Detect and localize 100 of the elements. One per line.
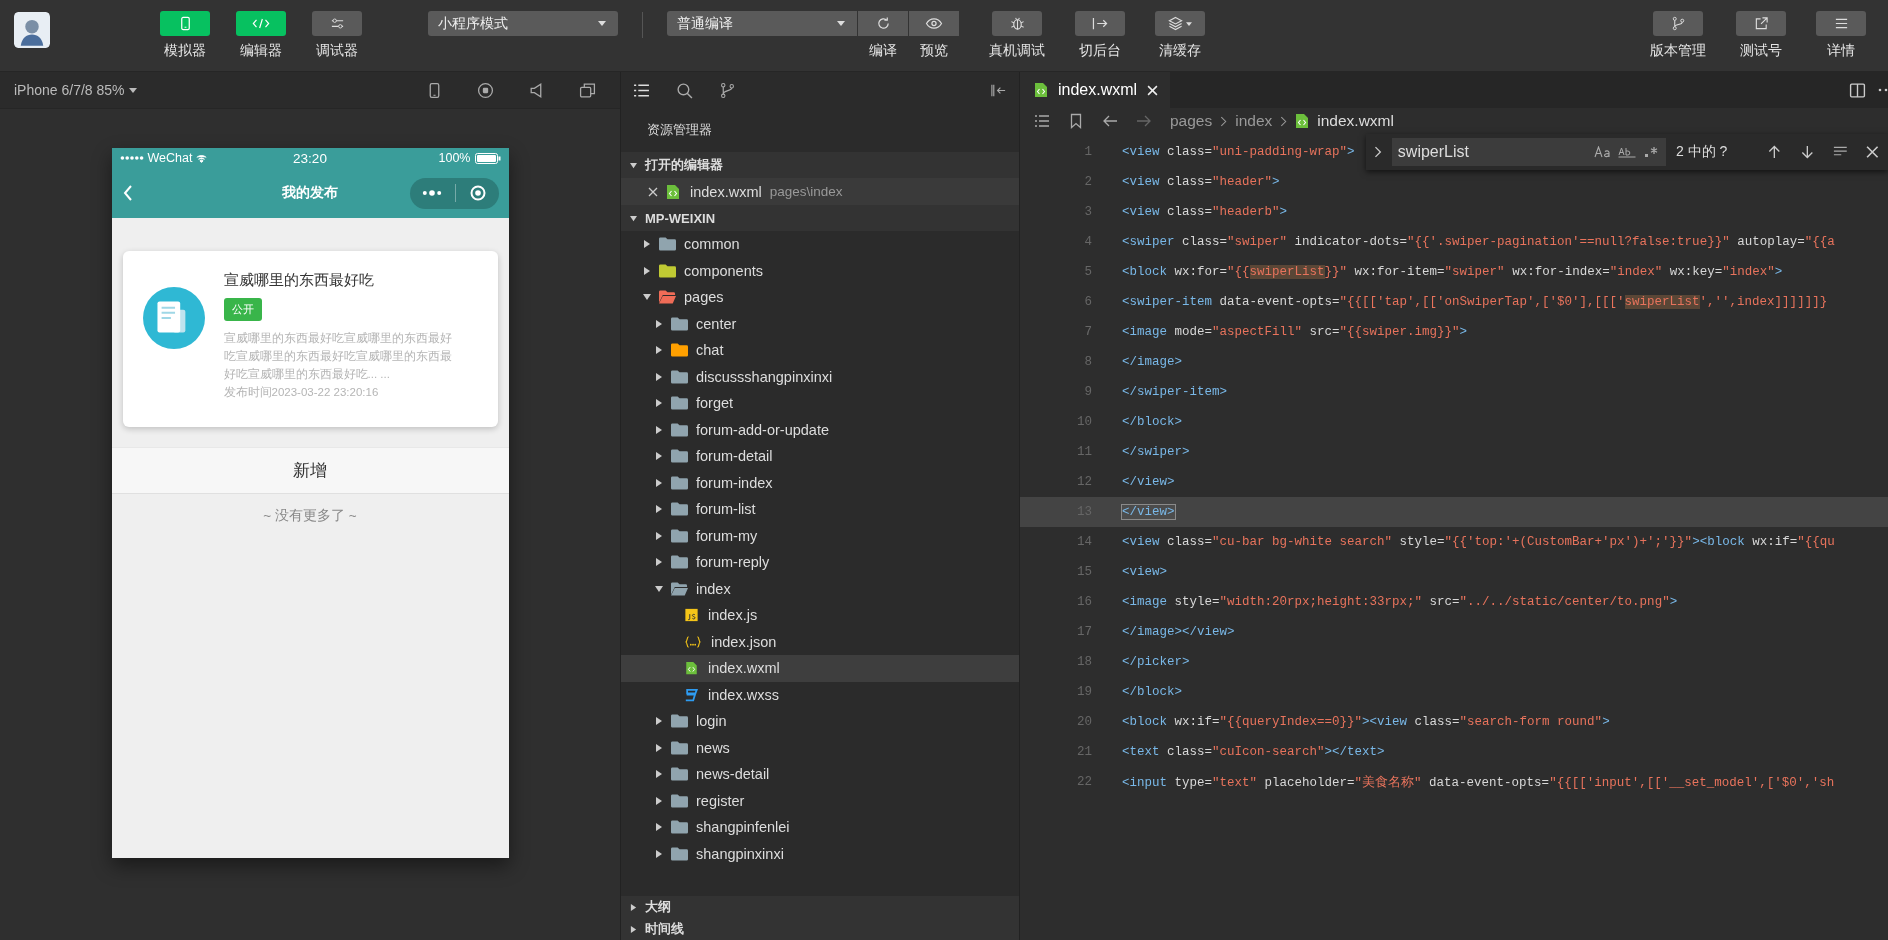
chevron-icon[interactable] xyxy=(1374,146,1382,158)
section-label: 打开的编辑器 xyxy=(645,156,723,174)
editor-tab[interactable]: index.wxml xyxy=(1020,72,1171,108)
tree-item[interactable]: forum-add-or-update xyxy=(621,416,1019,443)
file-name: common xyxy=(684,236,740,253)
line-number: 15 xyxy=(1076,565,1092,579)
window-icon[interactable] xyxy=(579,81,596,99)
tree-item[interactable]: forum-list xyxy=(621,496,1019,523)
caret-icon xyxy=(655,823,663,832)
add-button[interactable]: 新增 xyxy=(111,447,509,494)
section-header[interactable]: 时间线 xyxy=(621,918,1019,940)
toolbar-button[interactable] xyxy=(1736,11,1786,36)
breadcrumb-item[interactable]: pages xyxy=(1170,112,1213,130)
tree-item[interactable]: index.wxml xyxy=(621,655,1019,682)
section-header[interactable]: 打开的编辑器 xyxy=(621,152,1019,178)
toolbar-button[interactable] xyxy=(312,11,362,36)
tree-item[interactable]: news xyxy=(621,734,1019,761)
tree-item[interactable]: shangpinfenlei xyxy=(621,814,1019,841)
toolbar-button[interactable] xyxy=(992,11,1042,36)
code-line: </image> xyxy=(1121,354,1183,370)
sliders-icon xyxy=(329,16,345,31)
file-name: index.wxml xyxy=(690,183,762,200)
device-select[interactable]: iPhone 6/7/8 85% xyxy=(14,82,137,98)
toolbar-label: 模拟器 xyxy=(164,42,206,58)
tree-item[interactable]: forget xyxy=(621,390,1019,417)
toolbar-button[interactable] xyxy=(858,11,908,36)
mode-select[interactable]: 小程序模式 xyxy=(428,11,618,36)
toolbar-button[interactable] xyxy=(909,11,959,36)
search-icon[interactable] xyxy=(676,81,693,99)
file-name: index xyxy=(696,580,731,597)
code-line: </block> xyxy=(1121,414,1183,430)
line-number: 1 xyxy=(1083,145,1092,159)
stop-icon[interactable] xyxy=(477,81,494,99)
tree-item[interactable]: components xyxy=(621,257,1019,284)
line-number: 18 xyxy=(1076,655,1092,669)
code-line: <swiper class="swiper" indicator-dots="{{'.swiper-pagination'==null?false:true}}" autoplay="{{a xyxy=(1121,234,1836,250)
capsule-menu[interactable] xyxy=(409,177,499,209)
find-field[interactable]: swiperList xyxy=(1391,138,1666,166)
avatar[interactable] xyxy=(14,12,50,48)
toolbar-button[interactable] xyxy=(1816,11,1866,36)
back-icon[interactable] xyxy=(1102,113,1118,129)
back-icon[interactable] xyxy=(122,185,133,201)
compile-select[interactable]: 普通编译 xyxy=(667,11,857,36)
tree-item[interactable]: news-detail xyxy=(621,761,1019,788)
file-name: forum-add-or-update xyxy=(696,421,829,438)
file-name: center xyxy=(696,315,737,332)
section-header[interactable]: MP-WEIXIN xyxy=(621,205,1019,231)
tree-item[interactable]: center xyxy=(621,310,1019,337)
tree-item[interactable]: index.js xyxy=(621,602,1019,629)
branch-icon[interactable] xyxy=(719,81,736,99)
toolbar-button[interactable] xyxy=(1075,11,1125,36)
file-name: index.wxss xyxy=(708,686,779,703)
post-card[interactable]: 宣威哪里的东西最好吃 公开 宣威哪里的东西最好吃宣威哪里的东西最好吃宣威哪里的东西最好吃宣威哪里的东西最好吃宣威哪里的东西最好吃... ... 发布时间2023-03-22 23:20:16 xyxy=(122,251,498,427)
battery-icon xyxy=(474,152,501,164)
tree-item[interactable]: shangpinxinxi xyxy=(621,840,1019,867)
up-arrow-icon[interactable] xyxy=(1767,145,1782,159)
tree-item[interactable]: common xyxy=(621,231,1019,258)
exit-icon xyxy=(1091,16,1109,31)
down-arrow-icon[interactable] xyxy=(1800,145,1815,159)
signal-icon xyxy=(119,155,144,161)
js-file-icon xyxy=(683,608,700,623)
line-number: 12 xyxy=(1076,475,1092,489)
tree-item[interactable]: discussshangpinxinxi xyxy=(621,363,1019,390)
tree-item[interactable]: login xyxy=(621,708,1019,735)
file-name: shangpinfenlei xyxy=(696,819,790,836)
bookmark-icon[interactable] xyxy=(1068,113,1084,129)
breadcrumb-item[interactable]: index.wxml xyxy=(1317,112,1394,130)
line-number: 2 xyxy=(1083,175,1092,189)
toolbar-button[interactable] xyxy=(1155,11,1205,36)
breadcrumb-item[interactable]: index xyxy=(1235,112,1273,130)
whole-word-icon[interactable] xyxy=(1617,146,1636,158)
line-number: 19 xyxy=(1076,685,1092,699)
match-case-icon[interactable] xyxy=(1593,146,1612,158)
open-editor-item[interactable]: index.wxml pages\index xyxy=(621,178,1019,205)
tree-item[interactable]: chat xyxy=(621,337,1019,364)
code-line: </swiper> xyxy=(1121,444,1191,460)
tree-item[interactable]: forum-reply xyxy=(621,549,1019,576)
tree-item[interactable]: forum-my xyxy=(621,522,1019,549)
caret-icon xyxy=(655,717,663,726)
tree-item[interactable]: index.wxss xyxy=(621,681,1019,708)
tree-item[interactable]: forum-detail xyxy=(621,443,1019,470)
section-header[interactable]: 大纲 xyxy=(621,896,1019,918)
file-name: forum-my xyxy=(696,527,758,544)
tree-item[interactable]: pages xyxy=(621,284,1019,311)
list-icon[interactable] xyxy=(633,81,650,99)
line-number: 10 xyxy=(1076,415,1092,429)
tree-item[interactable]: index.json xyxy=(621,628,1019,655)
split-icon[interactable] xyxy=(1849,81,1866,99)
code-line: <input type="text" placeholder="美食名称" data-event-opts="{{[['input',[['__set_model',['$0','sh xyxy=(1121,774,1836,792)
css-file-icon xyxy=(683,687,700,702)
toolbar-label: 详情 xyxy=(1827,42,1855,58)
toolbar-button[interactable] xyxy=(1653,11,1703,36)
section-label: 时间线 xyxy=(645,920,684,938)
tree-item[interactable]: register xyxy=(621,787,1019,814)
file-icon xyxy=(1034,82,1048,98)
tree-item[interactable]: forum-index xyxy=(621,469,1019,496)
forward-icon[interactable] xyxy=(1136,113,1152,129)
file-name: index.json xyxy=(711,633,777,650)
tree-item[interactable]: index xyxy=(621,575,1019,602)
battery-percent: 100% xyxy=(438,151,471,165)
